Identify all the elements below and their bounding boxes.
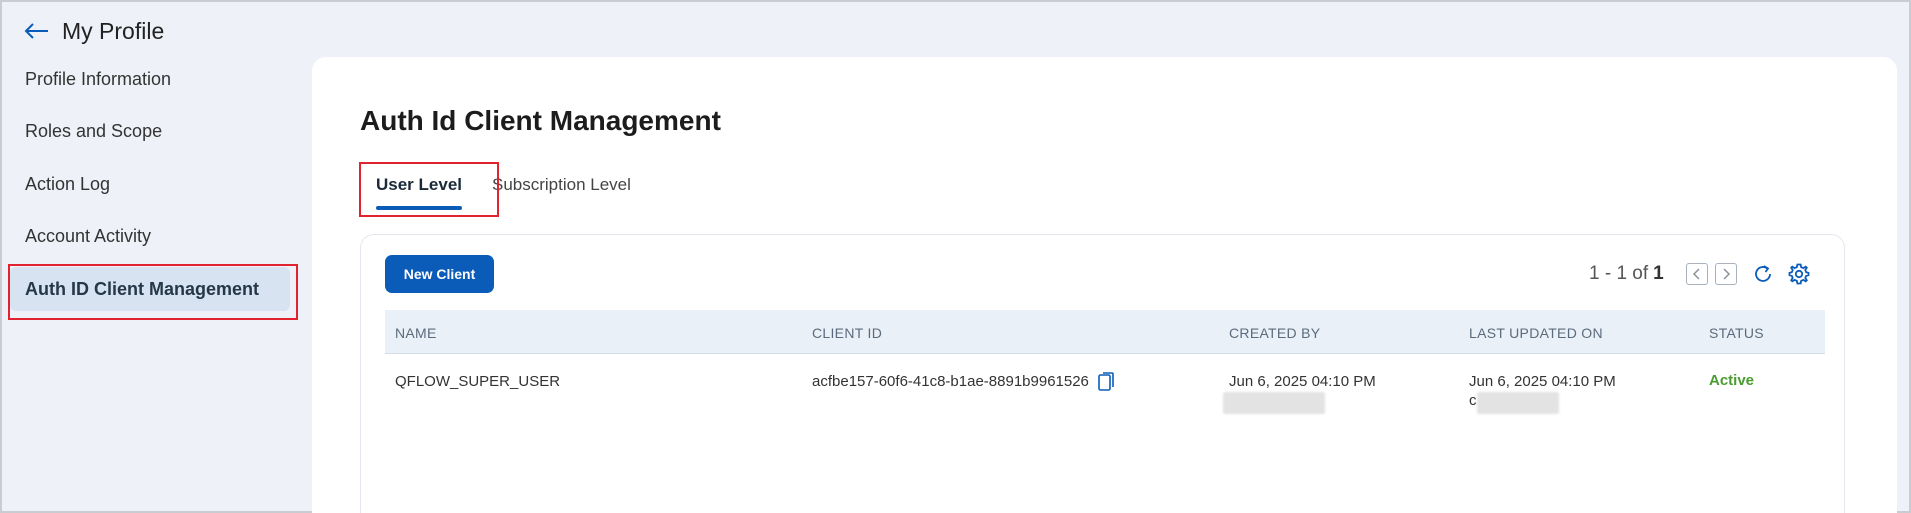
cell-name: QFLOW_SUPER_USER (395, 373, 561, 390)
table-header: NAME CLIENT ID CREATED BY LAST UPDATED O… (385, 310, 1825, 354)
cell-created-by: Jun 6, 2025 04:10 PM (1229, 373, 1376, 390)
app-frame: My Profile Profile Information Roles and… (0, 0, 1911, 513)
highlight-box-sidebar (8, 264, 298, 320)
sidebar-item-label: Profile Information (25, 68, 172, 89)
cell-client-id: acfbe157-60f6-41c8-b1ae-8891b9961526 (812, 373, 1089, 390)
refresh-icon[interactable] (1749, 260, 1777, 288)
section-title: Auth Id Client Management (360, 105, 721, 136)
column-header-created-by[interactable]: CREATED BY (1229, 325, 1320, 341)
redacted-user (1223, 392, 1325, 414)
chevron-left-icon[interactable] (1686, 263, 1708, 285)
page-header: My Profile (24, 16, 164, 46)
sidebar-item-profile-information[interactable]: Profile Information (10, 57, 296, 101)
gear-icon[interactable] (1785, 260, 1813, 288)
sidebar-item-label: Action Log (25, 173, 111, 194)
column-header-status[interactable]: STATUS (1709, 325, 1764, 341)
clients-panel: New Client 1 - 1 of 1 NAME CLIENT ID CRE… (360, 234, 1845, 513)
highlight-box-tab (359, 162, 499, 217)
status-badge: Active (1709, 372, 1755, 389)
cell-updated-by-initial: c (1469, 392, 1477, 409)
chevron-right-icon[interactable] (1715, 263, 1737, 285)
sidebar-item-action-log[interactable]: Action Log (10, 162, 296, 206)
pagination-info: 1 - 1 of 1 (1589, 263, 1664, 285)
cell-last-updated-on: Jun 6, 2025 04:10 PM (1469, 373, 1616, 390)
column-header-name[interactable]: NAME (395, 325, 437, 341)
table-row[interactable]: QFLOW_SUPER_USER acfbe157-60f6-41c8-b1ae… (385, 354, 1825, 424)
column-header-last-updated-on[interactable]: LAST UPDATED ON (1469, 325, 1603, 341)
sidebar-item-account-activity[interactable]: Account Activity (10, 215, 296, 259)
tab-subscription-level[interactable]: Subscription Level (492, 175, 631, 195)
sidebar-item-label: Account Activity (25, 226, 152, 246)
page-title: My Profile (62, 17, 165, 44)
pagination-range: 1 - 1 of (1589, 263, 1649, 284)
copy-icon[interactable] (1097, 371, 1115, 393)
arrow-left-icon[interactable] (24, 21, 52, 41)
sidebar-item-label: Roles and Scope (25, 121, 163, 141)
pagination-total: 1 (1653, 263, 1664, 284)
sidebar-item-roles-and-scope[interactable]: Roles and Scope (10, 110, 296, 154)
main-card: Auth Id Client Management User Level Sub… (312, 57, 1897, 513)
new-client-button[interactable]: New Client (385, 255, 494, 293)
column-header-client-id[interactable]: CLIENT ID (812, 325, 882, 341)
redacted-user (1477, 392, 1559, 414)
